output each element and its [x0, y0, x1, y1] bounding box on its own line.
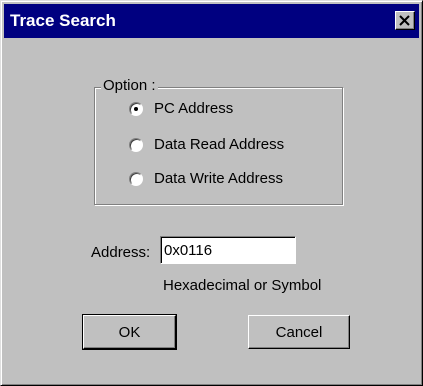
- option-group-label: Option :: [101, 77, 158, 95]
- radio-button-data-read-address[interactable]: [129, 138, 143, 152]
- address-hint: Hexadecimal or Symbol: [163, 277, 322, 294]
- ok-button[interactable]: OK: [82, 314, 177, 350]
- radio-label-data-read-address[interactable]: Data Read Address: [154, 135, 284, 155]
- address-label: Address:: [91, 244, 151, 261]
- cancel-button[interactable]: Cancel: [248, 315, 350, 349]
- radio-button-data-write-address[interactable]: [129, 172, 143, 186]
- radio-label-data-write-address[interactable]: Data Write Address: [154, 169, 283, 189]
- address-input[interactable]: [160, 236, 296, 264]
- radio-selected-dot: [134, 107, 138, 111]
- window-title: Trace Search: [10, 11, 116, 30]
- close-button[interactable]: [395, 11, 415, 30]
- trace-search-dialog: Trace Search Option : PC Address Data Re…: [0, 0, 423, 386]
- radio-button-pc-address[interactable]: [129, 102, 143, 116]
- radio-label-pc-address[interactable]: PC Address: [154, 99, 233, 119]
- close-icon: [399, 15, 410, 26]
- title-bar[interactable]: Trace Search: [4, 4, 419, 38]
